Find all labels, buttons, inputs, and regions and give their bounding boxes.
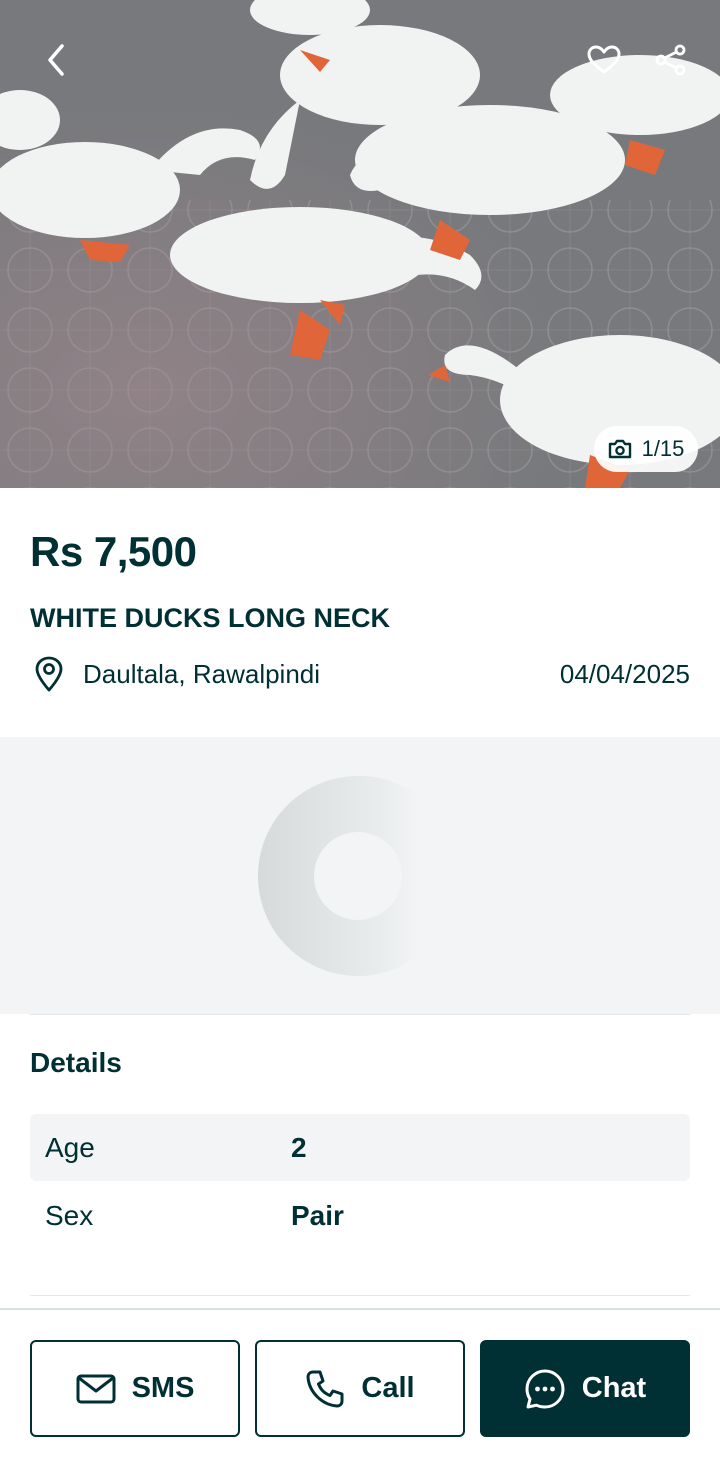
photo-counter-text: 1/15 bbox=[641, 436, 685, 461]
chat-label: Chat bbox=[581, 1372, 647, 1404]
heart-outline-icon bbox=[587, 45, 621, 74]
sms-button[interactable]: SMS bbox=[30, 1340, 240, 1437]
call-button[interactable]: Call bbox=[255, 1340, 465, 1437]
sms-label: SMS bbox=[131, 1372, 195, 1404]
chat-button[interactable]: Chat bbox=[480, 1340, 690, 1437]
favorite-button[interactable] bbox=[576, 32, 632, 88]
divider bbox=[30, 1295, 690, 1296]
details-heading: Details bbox=[30, 1047, 122, 1078]
listing-title: WHITE DUCKS LONG NECK bbox=[30, 603, 390, 633]
detail-value: 2 bbox=[291, 1131, 307, 1163]
ad-placeholder bbox=[0, 737, 720, 1014]
map-pin-icon bbox=[30, 654, 68, 694]
detail-row-sex: Sex Pair bbox=[30, 1182, 690, 1249]
call-label: Call bbox=[361, 1372, 415, 1404]
location-row: Daultala, Rawalpindi 04/04/2025 bbox=[30, 652, 690, 696]
camera-icon bbox=[608, 439, 631, 459]
loading-spinner-icon bbox=[258, 775, 418, 976]
share-button[interactable] bbox=[643, 32, 699, 88]
detail-label: Age bbox=[45, 1131, 95, 1163]
detail-row-age: Age 2 bbox=[30, 1114, 690, 1181]
share-icon bbox=[655, 44, 686, 76]
chat-bubble-icon bbox=[525, 1369, 565, 1408]
chevron-left-icon bbox=[48, 44, 64, 76]
detail-value: Pair bbox=[291, 1199, 344, 1231]
phone-icon bbox=[306, 1370, 344, 1407]
listing-location: Daultala, Rawalpindi bbox=[83, 658, 321, 689]
detail-label: Sex bbox=[45, 1199, 94, 1231]
listing-date: 04/04/2025 bbox=[559, 658, 690, 689]
back-button[interactable] bbox=[28, 32, 84, 88]
divider bbox=[30, 1014, 690, 1015]
listing-price: Rs 7,500 bbox=[30, 528, 197, 575]
photo-counter: 1/15 bbox=[594, 426, 698, 472]
mail-icon bbox=[76, 1374, 116, 1403]
listing-photo[interactable]: 1/15 bbox=[0, 0, 720, 488]
